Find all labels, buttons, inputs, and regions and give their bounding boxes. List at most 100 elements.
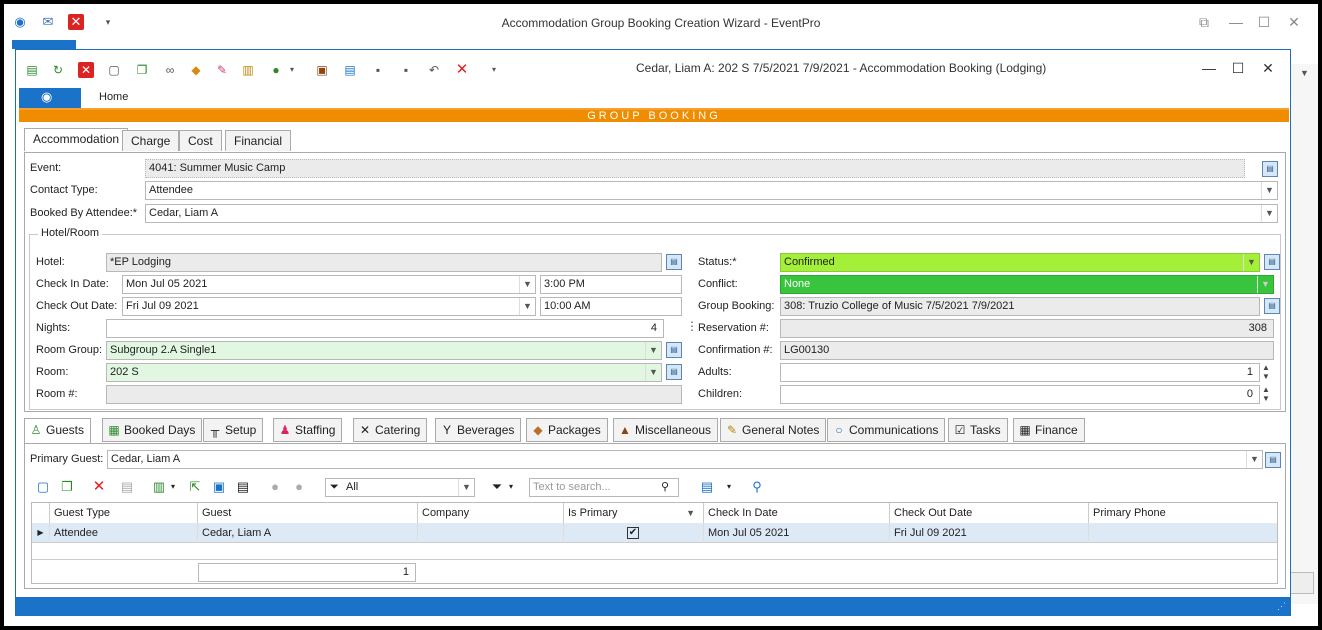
- binoculars-icon[interactable]: ∞: [162, 62, 178, 78]
- grid-disabled-icon[interactable]: ▤: [119, 479, 135, 495]
- col-is-primary[interactable]: Is Primary ▼: [564, 503, 704, 523]
- save-all-icon[interactable]: ▪: [398, 62, 414, 78]
- hotel-lookup-icon[interactable]: ▤: [666, 254, 682, 270]
- copy-row-icon[interactable]: ❐: [59, 479, 75, 495]
- room-lookup-icon[interactable]: ▤: [666, 364, 682, 380]
- chevron-down-icon[interactable]: ▼: [1261, 205, 1277, 222]
- handshake-icon[interactable]: ✎: [214, 62, 230, 78]
- columns-dropdown-icon[interactable]: ▾: [165, 479, 181, 495]
- group-booking-field[interactable]: 308: Truzio College of Music 7/5/2021 7/…: [780, 297, 1260, 316]
- reservation-field[interactable]: 308: [780, 319, 1274, 338]
- tab-charge[interactable]: Charge: [122, 130, 180, 151]
- col-guest[interactable]: Guest: [198, 503, 418, 523]
- tab-staffing[interactable]: ♟ Staffing: [273, 418, 343, 442]
- info-icon[interactable]: ●: [268, 62, 284, 78]
- chevron-down-icon[interactable]: ▼: [1261, 182, 1277, 199]
- tab-setup[interactable]: ╥ Setup: [203, 418, 264, 442]
- save-layout-icon[interactable]: ▤: [699, 479, 715, 495]
- maximize-icon[interactable]: ☐: [1254, 12, 1274, 32]
- new-icon[interactable]: ▢: [106, 62, 122, 78]
- tab-miscellaneous[interactable]: ▲ Miscellaneous: [613, 418, 719, 442]
- cell-check-in[interactable]: Mon Jul 05 2021: [704, 523, 890, 543]
- app-logo[interactable]: ◉: [19, 88, 81, 108]
- chevron-down-icon[interactable]: ▼: [1246, 451, 1262, 468]
- cell-primary-phone[interactable]: [1089, 523, 1277, 543]
- conflict-select[interactable]: None ▼: [780, 275, 1274, 294]
- copy-icon[interactable]: ❐: [134, 62, 150, 78]
- chevron-down-icon[interactable]: ▼: [519, 298, 535, 315]
- import-icon[interactable]: ▣: [211, 479, 227, 495]
- chevron-down-icon[interactable]: ▼: [458, 479, 474, 496]
- cell-guest-type[interactable]: Attendee: [50, 523, 198, 543]
- clipboard-icon[interactable]: ▥: [240, 62, 256, 78]
- search-input[interactable]: Text to search...: [529, 478, 679, 497]
- delete-row-icon[interactable]: ✕: [91, 479, 107, 495]
- booked-by-select[interactable]: Cedar, Liam A ▼: [145, 204, 1278, 223]
- tab-communications[interactable]: ○ Communications: [827, 418, 946, 442]
- hotel-field[interactable]: *EP Lodging: [106, 253, 662, 272]
- splitter-handle-icon[interactable]: ⋮: [686, 319, 698, 333]
- chevron-down-icon[interactable]: ▼: [1243, 254, 1259, 271]
- move-up-icon[interactable]: ●: [267, 479, 283, 495]
- tab-booked-days[interactable]: ▦ Booked Days: [102, 418, 203, 442]
- save-new-icon[interactable]: ▤: [342, 62, 358, 78]
- tab-financial[interactable]: Financial: [225, 130, 292, 151]
- event-lookup-icon[interactable]: ▤: [1262, 161, 1278, 177]
- children-field[interactable]: 0: [780, 385, 1260, 404]
- chevron-down-icon[interactable]: ▼: [519, 276, 535, 293]
- minimize-icon[interactable]: —: [1226, 12, 1246, 32]
- cell-guest[interactable]: Cedar, Liam A: [198, 523, 418, 543]
- col-check-in[interactable]: Check In Date: [704, 503, 890, 523]
- tab-catering[interactable]: ✕ Catering: [353, 418, 428, 442]
- tab-beverages[interactable]: Y Beverages: [435, 418, 522, 442]
- col-guest-type[interactable]: Guest Type: [50, 503, 198, 523]
- chevron-down-icon[interactable]: ▼: [645, 364, 661, 381]
- restore-icon[interactable]: ⧉: [1194, 12, 1214, 32]
- refresh-icon[interactable]: ↻: [50, 62, 66, 78]
- col-primary-phone[interactable]: Primary Phone: [1089, 503, 1277, 523]
- cell-is-primary[interactable]: ✔: [564, 523, 704, 543]
- tag-icon[interactable]: ◆: [188, 62, 204, 78]
- checkin-time-field[interactable]: 3:00 PM: [540, 275, 682, 294]
- adults-spinner-icon[interactable]: ▲ ▼: [1262, 363, 1270, 381]
- col-company[interactable]: Company: [418, 503, 564, 523]
- tab-cost[interactable]: Cost: [179, 130, 222, 151]
- quick-access-dropdown-icon[interactable]: ▾: [100, 14, 116, 30]
- new-row-icon[interactable]: ▢: [35, 479, 51, 495]
- cell-check-out[interactable]: Fri Jul 09 2021: [890, 523, 1089, 543]
- filter-select[interactable]: ⏷ All ▼: [325, 478, 475, 497]
- checkout-time-field[interactable]: 10:00 AM: [540, 297, 682, 316]
- nights-field[interactable]: 4: [106, 319, 664, 338]
- export-icon[interactable]: ⇱: [187, 479, 203, 495]
- info-dropdown-icon[interactable]: ▾: [284, 62, 300, 78]
- room-select[interactable]: 202 S ▼: [106, 363, 662, 382]
- adults-field[interactable]: 1: [780, 363, 1260, 382]
- mail-icon[interactable]: ✉: [40, 14, 56, 30]
- room-group-lookup-icon[interactable]: ▤: [666, 342, 682, 358]
- inner-close-icon[interactable]: ✕: [1258, 58, 1278, 78]
- list-icon[interactable]: ▤: [235, 479, 251, 495]
- search-icon[interactable]: ⚲: [661, 480, 669, 493]
- ribbon-home-tab[interactable]: Home: [99, 91, 128, 103]
- outer-dropdown-icon[interactable]: ▼: [1300, 68, 1309, 78]
- contact-type-select[interactable]: Attendee ▼: [145, 181, 1278, 200]
- inner-maximize-icon[interactable]: ☐: [1228, 58, 1248, 78]
- room-number-field[interactable]: [106, 385, 682, 404]
- close-icon[interactable]: ✕: [1284, 12, 1304, 32]
- children-spinner-icon[interactable]: ▲ ▼: [1262, 385, 1270, 403]
- col-check-out[interactable]: Check Out Date: [890, 503, 1089, 523]
- primary-guest-lookup-icon[interactable]: ▤: [1265, 452, 1281, 468]
- move-down-icon[interactable]: ●: [291, 479, 307, 495]
- chevron-down-icon[interactable]: ▼: [1257, 276, 1273, 293]
- filter-dropdown-icon[interactable]: ▾: [503, 479, 519, 495]
- tab-guests[interactable]: ♙ Guests: [24, 418, 92, 444]
- close-red-icon[interactable]: ✕: [68, 14, 84, 30]
- status-select[interactable]: Confirmed ▼: [780, 253, 1260, 272]
- is-primary-checkbox[interactable]: ✔: [627, 527, 639, 539]
- tab-general-notes[interactable]: ✎ General Notes: [720, 418, 827, 442]
- checkout-date-field[interactable]: Fri Jul 09 2021 ▼: [122, 297, 536, 316]
- tab-tasks[interactable]: ☑ Tasks: [948, 418, 1008, 442]
- save-layout-dropdown-icon[interactable]: ▾: [721, 479, 737, 495]
- confirmation-field[interactable]: LG00130: [780, 341, 1274, 360]
- cancel-icon[interactable]: ✕: [454, 62, 470, 78]
